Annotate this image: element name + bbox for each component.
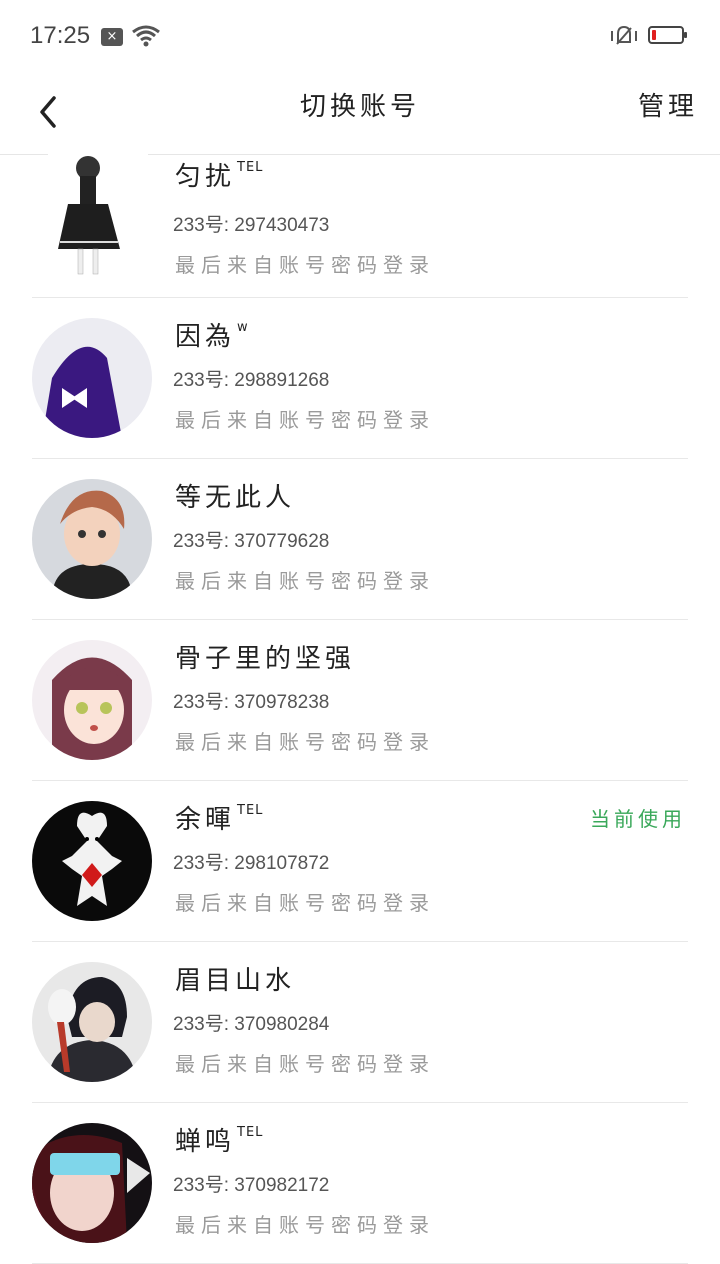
account-uid: 233号: 370978238: [173, 692, 330, 713]
account-uid: 233号: 370779628: [173, 531, 330, 552]
current-use-label: 当前使用: [590, 807, 686, 831]
avatar: [32, 801, 152, 921]
account-name: 蝉鸣 TEL: [175, 1121, 263, 1158]
last-login-info: 最后来自账号密码登录: [175, 891, 435, 915]
account-name: 眉目山水: [175, 960, 297, 997]
account-uid: 233号: 298891268: [173, 370, 330, 391]
last-login-info: 最后来自账号密码登录: [175, 730, 435, 754]
avatar: [32, 962, 152, 1082]
status-bar: 17:25 ×: [0, 0, 720, 74]
account-name-text: 余暉: [175, 805, 236, 835]
avatar: [32, 318, 152, 438]
account-uid: 233号: 298107872: [173, 853, 330, 874]
avatar: [32, 479, 152, 599]
app-header: 切换账号 管理: [0, 74, 720, 155]
avatar: [48, 154, 148, 279]
account-name-tag: TEL: [237, 1125, 264, 1140]
account-row[interactable]: 蝉鸣 TEL 233号: 370982172 最后来自账号密码登录: [0, 1103, 720, 1264]
battery-level-fill: [652, 30, 656, 40]
account-name: 匀扰 TEL: [175, 156, 263, 193]
account-row[interactable]: 余暉 TEL 233号: 298107872 最后来自账号密码登录 当前使用: [0, 781, 720, 942]
account-name-text: 骨子里的坚强: [175, 644, 356, 674]
account-name-text: 因為: [175, 322, 236, 352]
last-login-info: 最后来自账号密码登录: [175, 1052, 435, 1076]
wifi-icon: [131, 24, 161, 52]
manage-button[interactable]: 管理: [638, 86, 698, 123]
vibrate-mute-icon: [608, 24, 640, 52]
last-login-info: 最后来自账号密码登录: [175, 1213, 435, 1237]
notification-close-icon: ×: [101, 28, 123, 46]
account-name-text: 蝉鸣: [175, 1127, 236, 1157]
account-name: 骨子里的坚强: [175, 638, 357, 675]
account-name-tag: w: [237, 320, 249, 335]
account-uid: 233号: 370982172: [173, 1175, 330, 1196]
account-list: 匀扰 TEL 233号: 297430473 最后来自账号密码登录 因為 w 233…: [0, 154, 720, 1264]
battery-low-icon: [648, 26, 687, 44]
status-time: 17:25: [30, 22, 91, 49]
account-name: 等无此人: [175, 477, 297, 514]
avatar: [32, 1123, 152, 1243]
last-login-info: 最后来自账号密码登录: [175, 569, 435, 593]
account-name-text: 匀扰: [175, 162, 236, 192]
account-row[interactable]: 等无此人 233号: 370779628 最后来自账号密码登录: [0, 459, 720, 620]
account-uid: 233号: 297430473: [173, 215, 330, 236]
account-row[interactable]: 骨子里的坚强 233号: 370978238 最后来自账号密码登录: [0, 620, 720, 781]
account-name: 因為 w: [175, 316, 249, 353]
account-uid: 233号: 370980284: [173, 1014, 330, 1035]
last-login-info: 最后来自账号密码登录: [175, 253, 435, 277]
account-name-text: 等无此人: [175, 483, 296, 513]
account-name-text: 眉目山水: [175, 966, 296, 996]
page-title: 切换账号: [299, 92, 420, 122]
account-row[interactable]: 眉目山水 233号: 370980284 最后来自账号密码登录: [0, 942, 720, 1103]
account-row[interactable]: 因為 w 233号: 298891268 最后来自账号密码登录: [0, 298, 720, 459]
account-name: 余暉 TEL: [175, 799, 263, 836]
account-name-tag: TEL: [237, 803, 264, 818]
account-row[interactable]: 匀扰 TEL 233号: 297430473 最后来自账号密码登录: [0, 154, 720, 298]
avatar: [32, 640, 152, 760]
last-login-info: 最后来自账号密码登录: [175, 408, 435, 432]
account-name-tag: TEL: [237, 160, 264, 175]
